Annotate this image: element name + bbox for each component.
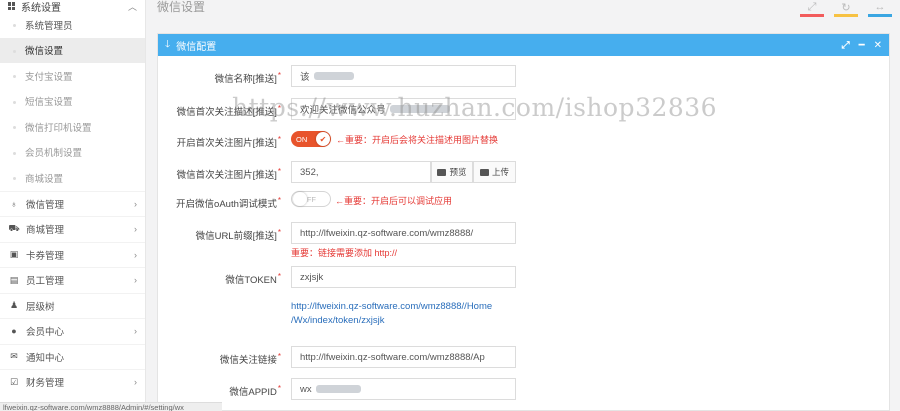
sidebar-item-coupon[interactable]: ▣ 卡券管理 › bbox=[0, 241, 145, 268]
bell-icon: ♟ bbox=[9, 300, 19, 311]
cart-icon: ⛟ bbox=[8, 223, 20, 234]
field-label: 微信首次关注描述[推送]* bbox=[176, 104, 281, 118]
toggle-knob bbox=[293, 192, 307, 206]
sidebar-item-label: 商城管理 bbox=[26, 225, 65, 237]
chevron-right-icon: › bbox=[134, 377, 137, 388]
minimize-icon[interactable]: ━ bbox=[859, 40, 865, 51]
sidebar-item-finance[interactable]: ☑ 财务管理 › bbox=[0, 369, 145, 395]
sidebar-item-tree[interactable]: ♟ 层级树 bbox=[0, 292, 145, 319]
field-label: 开启首次关注图片[推送]* bbox=[176, 135, 281, 149]
token-url-line2: /Wx/index/token/zxjsjk bbox=[291, 315, 385, 326]
chevron-right-icon: › bbox=[134, 224, 137, 235]
token-url-link[interactable]: http://lfweixin.qz-software.com/wmz8888/… bbox=[291, 300, 492, 328]
field-label: 微信名称[推送]* bbox=[214, 71, 281, 85]
first-follow-img-input[interactable]: 352, bbox=[291, 161, 431, 183]
sidebar-sub-member[interactable]: 会员机制设置 bbox=[0, 140, 145, 166]
mail-icon: ✉ bbox=[10, 351, 18, 362]
top-tools: ⤢ ↻ ↔ bbox=[800, 0, 892, 17]
url-prefix-hint: 重要：链接需要添加 http:// bbox=[291, 248, 398, 258]
upload-button[interactable]: 上传 bbox=[473, 161, 516, 183]
sidebar-item-label: 财务管理 bbox=[26, 378, 65, 390]
follow-link-input[interactable]: http://lfweixin.qz-software.com/wmz8888/… bbox=[291, 346, 516, 368]
oauth-hint: ←重要：开启后可以调试应用 bbox=[335, 196, 453, 206]
collapse-icon[interactable]: ↔ bbox=[868, 0, 892, 17]
finance-icon: ☑ bbox=[9, 376, 19, 387]
sidebar-item-member-center[interactable]: ● 会员中心 › bbox=[0, 318, 145, 344]
field-label: 微信首次关注图片[推送]* bbox=[176, 167, 281, 181]
sidebar-sub-admin[interactable]: 系统管理员 bbox=[0, 12, 145, 38]
chevron-right-icon: › bbox=[134, 198, 137, 209]
sidebar-item-label: 卡券管理 bbox=[26, 250, 65, 262]
sidebar-item-mall[interactable]: ⛟ 商城管理 › bbox=[0, 216, 145, 242]
sidebar-item-notify[interactable]: ✉ 通知中心 bbox=[0, 343, 145, 370]
sidebar-item-label: 会员中心 bbox=[26, 327, 65, 339]
first-follow-desc-input[interactable]: 欢迎关注微信公众号 bbox=[291, 98, 516, 120]
chevron-up-icon: ︿ bbox=[127, 1, 137, 12]
chevron-right-icon: › bbox=[134, 326, 137, 337]
arrow-down-icon: 🡓 bbox=[165, 38, 171, 50]
expand-icon[interactable]: ⤢ bbox=[842, 40, 850, 51]
image-icon bbox=[437, 168, 447, 176]
chevron-right-icon: › bbox=[134, 249, 137, 260]
toggle-state: ON bbox=[296, 134, 308, 144]
field-label: 开启微信oAuth调试模式* bbox=[176, 196, 281, 210]
user-icon: ● bbox=[11, 326, 17, 337]
sidebar-sub-alipay[interactable]: 支付宝设置 bbox=[0, 63, 145, 89]
picture-icon bbox=[479, 168, 489, 176]
sidebar-sub-mall[interactable]: 商城设置 bbox=[0, 165, 145, 191]
oauth-debug-toggle[interactable]: OFF bbox=[291, 191, 331, 207]
sidebar-sub-sms[interactable]: 短信宝设置 bbox=[0, 89, 145, 115]
close-icon[interactable]: ✕ bbox=[874, 40, 882, 51]
refresh-icon[interactable]: ↻ bbox=[834, 0, 858, 17]
chevron-right-icon: › bbox=[134, 275, 137, 286]
field-label: 微信URL前缀[推送]* bbox=[195, 228, 281, 242]
main-content: 微信设置 ⤢ ↻ ↔ 🡓 微信配置 ⤢ ━ ✕ 微信名称[推送]* 该 微信首次… bbox=[146, 0, 900, 411]
status-url-bar: lfweixin.qz-software.com/wmz8888/Admin/#… bbox=[0, 402, 222, 411]
staff-icon: ▤ bbox=[9, 274, 19, 285]
check-icon: ✔ bbox=[316, 132, 330, 146]
sidebar-item-wechat[interactable]: ♁ 微信管理 › bbox=[0, 190, 145, 217]
sidebar-item-staff[interactable]: ▤ 员工管理 › bbox=[0, 267, 145, 293]
sidebar-item-label: 通知中心 bbox=[26, 352, 65, 364]
wechat-icon: ♁ bbox=[10, 198, 18, 209]
sidebar-item-label: 微信管理 bbox=[26, 199, 65, 211]
sidebar: 系统设置 ︿ 系统管理员 微信设置 支付宝设置 短信宝设置 微信打印机设置 会员… bbox=[0, 0, 146, 411]
appid-input[interactable]: wx bbox=[291, 378, 516, 400]
sidebar-item-label: 员工管理 bbox=[26, 276, 65, 288]
sidebar-sub-printer[interactable]: 微信打印机设置 bbox=[0, 114, 145, 140]
sidebar-item-label: 层级树 bbox=[26, 301, 55, 313]
url-prefix-input[interactable]: http://lfweixin.qz-software.com/wmz8888/ bbox=[291, 222, 516, 244]
wechat-config-panel: 🡓 微信配置 ⤢ ━ ✕ 微信名称[推送]* 该 微信首次关注描述[推送]* 欢… bbox=[157, 33, 890, 411]
field-label: 微信TOKEN* bbox=[225, 272, 281, 286]
ticket-icon: ▣ bbox=[9, 249, 19, 260]
sidebar-sub-wechat[interactable]: 微信设置 bbox=[0, 37, 145, 63]
first-follow-img-toggle[interactable]: ON ✔ bbox=[291, 131, 331, 147]
grid-icon bbox=[8, 2, 16, 10]
first-follow-img-hint: ←重要：开启后会将关注描述用图片替换 bbox=[336, 135, 499, 145]
field-label: 微信关注链接* bbox=[219, 352, 281, 366]
field-label: 微信APPID* bbox=[229, 384, 281, 398]
sidebar-group-system-settings[interactable]: 系统设置 ︿ bbox=[0, 0, 145, 14]
panel-title: 微信配置 bbox=[176, 41, 217, 53]
fullscreen-icon[interactable]: ⤢ bbox=[800, 0, 824, 17]
wechat-name-input[interactable]: 该 bbox=[291, 65, 516, 87]
token-url-line1: http://lfweixin.qz-software.com/wmz8888/… bbox=[291, 301, 493, 312]
token-input[interactable]: zxjsjk bbox=[291, 266, 516, 288]
panel-header: 🡓 微信配置 ⤢ ━ ✕ bbox=[158, 34, 889, 56]
page-title: 微信设置 bbox=[157, 0, 206, 14]
preview-button[interactable]: 预览 bbox=[431, 161, 473, 183]
